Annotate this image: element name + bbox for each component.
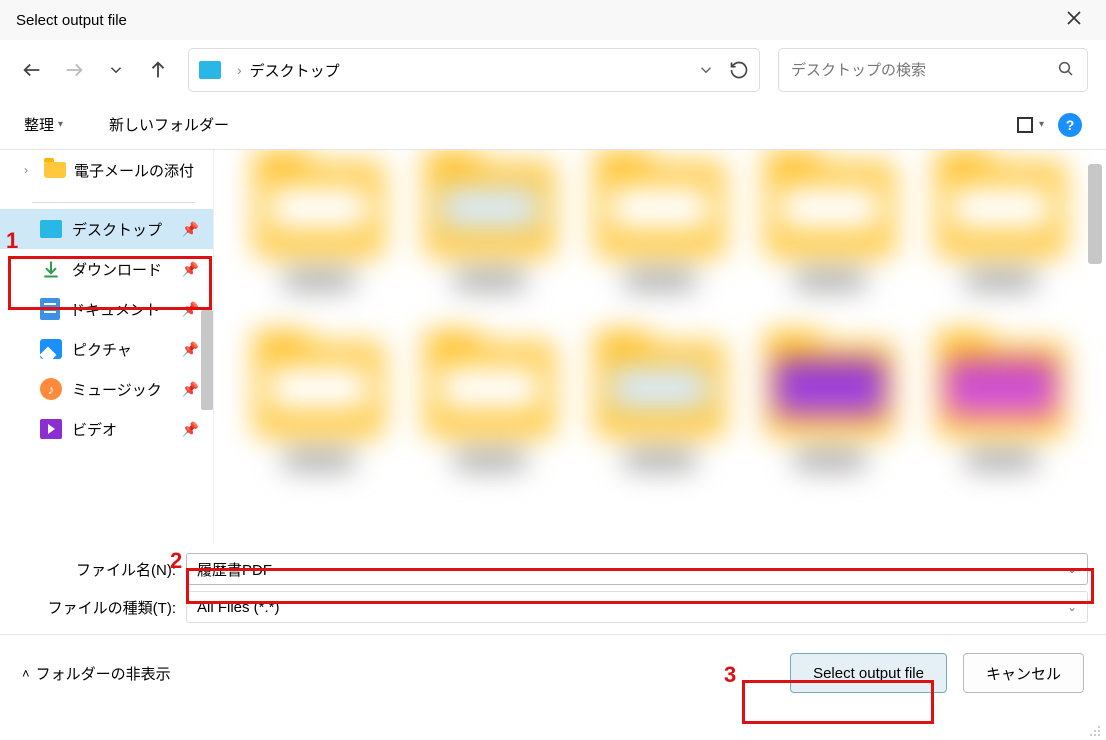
up-button[interactable] [140,52,176,88]
filename-value: 履歴書PDF [197,559,272,580]
chevron-down-icon[interactable]: ⌄ [1067,600,1077,614]
sidebar-item-label: ドキュメント [70,299,160,320]
picture-icon [40,339,62,359]
cancel-button-label: キャンセル [986,663,1061,684]
sidebar-item-label: デスクトップ [72,219,162,240]
filename-label: ファイル名(N): [18,559,186,580]
music-icon: ♪ [40,378,62,400]
desktop-icon [40,220,62,238]
resize-grip[interactable] [1088,722,1102,736]
sidebar-item-label: ピクチャ [72,339,132,360]
chevron-down-icon: ▾ [58,119,63,130]
annotation-2: 2 [170,548,182,574]
organize-label: 整理 [24,114,54,135]
location-text: デスクトップ [250,60,340,81]
breadcrumb-separator-icon: › [237,62,242,78]
sidebar-item-documents[interactable]: ドキュメント 📌 [0,289,213,329]
sidebar-item-desktop[interactable]: デスクトップ 📌 [0,209,213,249]
chevron-down-icon [107,61,125,79]
new-folder-label: 新しいフォルダー [109,117,229,134]
window-title: Select output file [16,12,127,29]
pin-icon: 📌 [182,421,199,438]
chevron-right-icon[interactable]: › [24,163,36,177]
close-button[interactable] [1058,5,1090,36]
view-icon [1017,117,1033,133]
sidebar-item-label: ビデオ [72,419,117,440]
recent-dropdown[interactable] [98,52,134,88]
toolbar: 整理 ▾ 新しいフォルダー ▾ ? [0,100,1106,150]
sidebar-item-downloads[interactable]: ダウンロード 📌 [0,249,213,289]
chevron-down-icon[interactable]: ⌄ [1067,562,1077,576]
content-scrollbar[interactable] [1088,164,1102,264]
chevron-down-icon[interactable] [697,61,715,79]
download-icon [40,258,62,280]
tree-item-label: 電子メールの添付 [74,160,194,181]
pin-icon: 📌 [182,221,199,238]
pin-icon: 📌 [182,381,199,398]
cancel-button[interactable]: キャンセル [963,653,1084,693]
tree-item[interactable]: › 電子メールの添付 [0,150,213,190]
nav-row: › デスクトップ [0,40,1106,100]
sidebar-item-music[interactable]: ♪ ミュージック 📌 [0,369,213,409]
arrow-up-icon [147,59,169,81]
sidebar: › 電子メールの添付 デスクトップ 📌 ダウンロード 📌 ドキュメント 📌 ピク… [0,150,214,544]
annotation-3: 3 [724,662,736,688]
address-bar[interactable]: › デスクトップ [188,48,760,92]
select-output-file-button[interactable]: Select output file [790,653,947,693]
folder-icon [44,162,66,178]
search-input[interactable] [791,62,1057,79]
new-folder-button[interactable]: 新しいフォルダー [109,114,229,135]
forward-button[interactable] [56,52,92,88]
desktop-icon [199,61,221,79]
arrow-right-icon [63,59,85,81]
search-box[interactable] [778,48,1088,92]
refresh-icon[interactable] [729,60,749,80]
title-bar: Select output file [0,0,1106,40]
pin-icon: 📌 [182,341,199,358]
sidebar-item-videos[interactable]: ビデオ 📌 [0,409,213,449]
chevron-up-icon: ˄ [22,666,30,681]
help-icon: ? [1066,117,1075,133]
search-icon[interactable] [1057,60,1075,81]
file-grid[interactable] [214,150,1106,544]
document-icon [40,298,60,320]
sidebar-scrollbar[interactable] [201,310,213,410]
filetype-row: ファイルの種類(T): All Files (*.*) ⌄ [18,588,1088,626]
annotation-1: 1 [6,228,18,254]
pin-icon: 📌 [182,261,199,278]
organize-dropdown[interactable]: 整理 ▾ [24,114,63,135]
filetype-select[interactable]: All Files (*.*) ⌄ [186,591,1088,623]
arrow-left-icon [21,59,43,81]
pin-icon: 📌 [182,301,199,318]
divider [32,202,195,203]
sidebar-item-pictures[interactable]: ピクチャ 📌 [0,329,213,369]
view-mode-dropdown[interactable]: ▾ [1017,117,1044,133]
help-button[interactable]: ? [1058,113,1082,137]
footer: ˄ フォルダーの非表示 Select output file キャンセル [0,635,1106,711]
hide-folders-label: フォルダーの非表示 [36,663,171,684]
hide-folders-toggle[interactable]: ˄ フォルダーの非表示 [22,663,171,684]
field-area: ファイル名(N): 履歴書PDF ⌄ ファイルの種類(T): All Files… [0,544,1106,635]
video-icon [40,419,62,439]
filetype-value: All Files (*.*) [197,599,280,616]
close-icon [1066,10,1082,26]
sidebar-item-label: ダウンロード [72,259,162,280]
back-button[interactable] [14,52,50,88]
primary-button-label: Select output file [813,665,924,682]
filename-input[interactable]: 履歴書PDF ⌄ [186,553,1088,585]
body: › 電子メールの添付 デスクトップ 📌 ダウンロード 📌 ドキュメント 📌 ピク… [0,150,1106,544]
chevron-down-icon: ▾ [1039,119,1044,130]
sidebar-item-label: ミュージック [72,379,162,400]
blurred-content [244,162,1076,544]
filetype-label: ファイルの種類(T): [18,597,186,618]
